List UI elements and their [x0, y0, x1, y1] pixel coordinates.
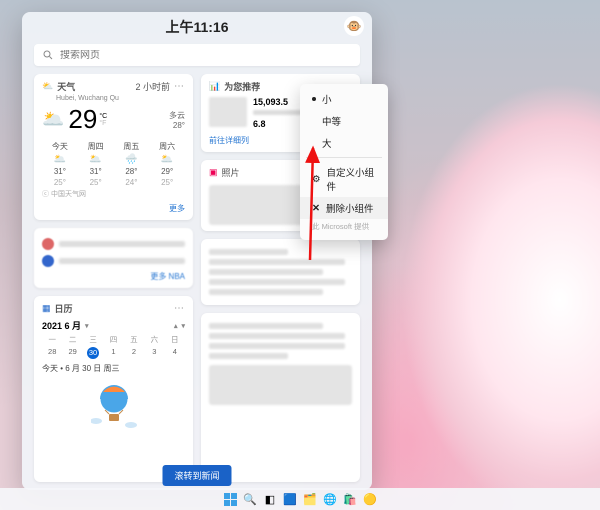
calendar-more-icon[interactable]: ⋯ [174, 303, 185, 314]
menu-size-large[interactable]: 大 [300, 132, 388, 154]
menu-remove-widget[interactable]: ✕删除小组件 [300, 197, 388, 219]
chevron-down-icon[interactable]: ▾ [85, 322, 89, 330]
menu-size-medium[interactable]: 中等 [300, 110, 388, 132]
photos-icon: ▣ [209, 167, 218, 178]
chrome-icon[interactable]: 🟡 [363, 492, 377, 506]
unit-f[interactable]: °F [99, 120, 107, 127]
menu-size-small[interactable]: 小 [300, 88, 388, 110]
sun-cloud-icon: 🌥️ [42, 109, 64, 130]
task-view-icon[interactable]: ◧ [263, 492, 277, 506]
widget-context-menu: 小 中等 大 ⚙自定义小组件 ✕删除小组件 此 Microsoft 提供 [300, 84, 388, 240]
recommend-thumb [209, 97, 247, 127]
feed-card[interactable] [201, 239, 360, 305]
widgets-icon[interactable]: 🟦 [283, 492, 297, 506]
start-button[interactable] [223, 492, 237, 506]
calendar-icon: ▦ [42, 303, 51, 314]
feed-card[interactable] [201, 313, 360, 482]
scroll-to-news-button[interactable]: 滚转到新闻 [162, 465, 231, 486]
cloud-icon: ⛅ [42, 81, 53, 92]
photos-title: 照片 [222, 166, 240, 179]
calendar-month: 2021 6 月 [42, 319, 81, 332]
weather-source: 中国天气网 [51, 191, 86, 198]
chart-icon: 📊 [209, 81, 220, 92]
explorer-icon[interactable]: 🗂️ [303, 492, 317, 506]
menu-customize-widget[interactable]: ⚙自定义小组件 [300, 161, 388, 197]
calendar-title: 日历 [55, 302, 73, 315]
weather-more-link[interactable]: 更多 [42, 203, 185, 214]
weather-location: Hubei, Wuchang Qu [56, 95, 185, 102]
taskbar-search-icon[interactable]: 🔍 [243, 492, 257, 506]
gear-icon: ⚙ [312, 174, 321, 185]
unit-c[interactable]: °C [99, 113, 107, 120]
calendar-today-line: 今天 • 6 月 30 日 周三 [42, 363, 185, 374]
weather-widget[interactable]: ⛅ 天气 2 小时前 ⋯ Hubei, Wuchang Qu 🌥️ 29 °C … [34, 74, 193, 220]
weather-temp: 29 [68, 104, 97, 135]
profile-avatar[interactable]: 🐵 [344, 16, 364, 36]
taskbar: 🔍 ◧ 🟦 🗂️ 🌐 🛍️ 🟡 [0, 488, 600, 510]
store-icon[interactable]: 🛍️ [343, 492, 357, 506]
calendar-next-icon[interactable]: ▾ [181, 322, 185, 330]
close-icon: ✕ [312, 203, 320, 214]
calendar-prev-icon[interactable]: ▴ [174, 322, 178, 330]
search-bar[interactable] [34, 44, 360, 66]
weather-feelslike: 28° [169, 121, 185, 130]
calendar-widget[interactable]: ▦ 日历 ⋯ 2021 6 月 ▾ ▴ ▾ 一二三四五六日 2829301234… [34, 296, 193, 482]
calendar-grid[interactable]: 一二三四五六日 2829301234 [42, 334, 185, 359]
sports-more-link[interactable]: 更多 NBA [42, 271, 185, 282]
menu-provider-hint: 此 Microsoft 提供 [300, 219, 388, 236]
weather-more-icon[interactable]: ⋯ [174, 81, 185, 92]
forecast-grid: 今天周四周五周六 🌥️🌥️🌧️🌥️ 31°31°28°29° 25°25°24°… [42, 141, 185, 187]
search-icon [42, 49, 54, 61]
edge-icon[interactable]: 🌐 [323, 492, 337, 506]
balloon-illustration [91, 382, 137, 432]
weather-title: 天气 [57, 80, 75, 93]
recommend-title: 为您推荐 [224, 80, 260, 93]
weather-timestamp: 2 小时前 [135, 80, 170, 93]
clock: 上午11:16 [165, 17, 228, 37]
weather-condition: 多云 [169, 110, 185, 121]
sports-widget[interactable]: 更多 NBA [34, 228, 193, 288]
search-input[interactable] [60, 50, 352, 61]
